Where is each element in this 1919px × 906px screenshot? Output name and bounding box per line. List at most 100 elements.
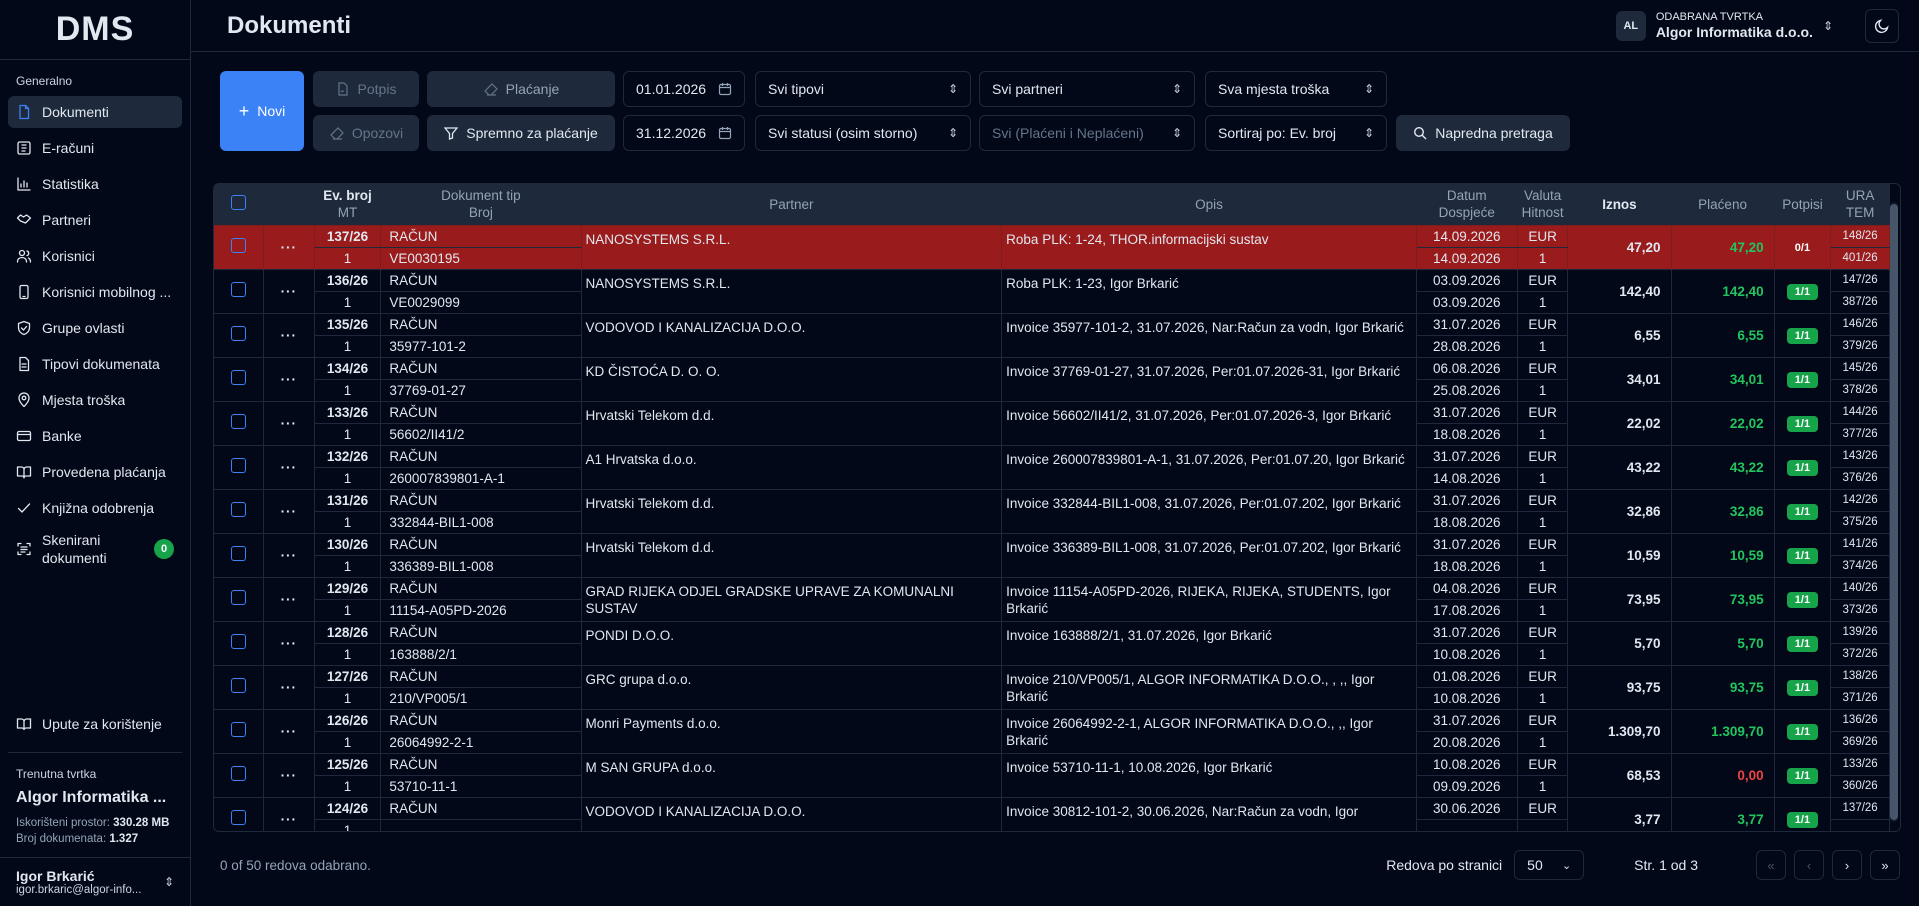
row-select-cell[interactable] bbox=[214, 664, 265, 709]
row-select-cell[interactable] bbox=[214, 532, 265, 577]
row-checkbox[interactable] bbox=[231, 326, 247, 341]
table-row[interactable]: ··· 134/26 RAČUN KD ČISTOĆA D. O. O. Invoice… bbox=[214, 356, 1890, 401]
row-checkbox[interactable] bbox=[231, 282, 247, 297]
row-select-cell[interactable] bbox=[214, 356, 265, 401]
col-ev-broj[interactable]: Ev. broj MT bbox=[314, 184, 381, 225]
ready-for-payment-button[interactable]: Spremno za plaćanje bbox=[427, 115, 615, 151]
last-page-button[interactable]: » bbox=[1870, 850, 1900, 880]
table-row[interactable]: ··· 125/26 RAČUN M SAN GRUPA d.o.o. Invoice … bbox=[214, 752, 1890, 797]
row-checkbox[interactable] bbox=[231, 502, 247, 517]
col-potpisi[interactable]: Potpisi bbox=[1774, 184, 1831, 225]
cost-center-filter-select[interactable]: Sva mjesta troška ⇕ bbox=[1205, 71, 1387, 107]
row-actions-button[interactable]: ··· bbox=[263, 268, 315, 313]
signatures-cell[interactable]: 1/1 bbox=[1774, 620, 1832, 665]
sidebar-item-mjesta-troška[interactable]: Mjesta troška bbox=[8, 384, 182, 416]
table-row[interactable]: ··· 124/26 RAČUN VODOVOD I KANALIZACIJA D.O… bbox=[214, 796, 1890, 831]
col-placeno[interactable]: Plaćeno bbox=[1671, 184, 1775, 225]
company-selector[interactable]: AL ODABRANA TVRTKA Algor Informatika d.o… bbox=[1615, 10, 1833, 41]
date-to-field[interactable]: 31.12.2026 bbox=[623, 115, 745, 151]
row-select-cell[interactable] bbox=[214, 620, 265, 665]
signatures-cell[interactable]: 1/1 bbox=[1774, 576, 1832, 621]
row-actions-button[interactable]: ··· bbox=[263, 356, 315, 401]
signatures-cell[interactable]: 0/1 bbox=[1774, 224, 1832, 269]
new-document-button[interactable]: + Novi bbox=[220, 71, 304, 151]
signatures-cell[interactable]: 1/1 bbox=[1774, 268, 1832, 313]
signatures-cell[interactable]: 1/1 bbox=[1774, 400, 1832, 445]
signatures-cell[interactable]: 1/1 bbox=[1774, 664, 1832, 709]
col-partner[interactable]: Partner bbox=[581, 184, 1002, 225]
row-checkbox[interactable] bbox=[231, 458, 247, 473]
theme-toggle-button[interactable] bbox=[1865, 8, 1899, 43]
rows-per-page-select[interactable]: 50 ⌄ bbox=[1514, 850, 1585, 880]
row-checkbox[interactable] bbox=[231, 370, 247, 385]
signatures-cell[interactable]: 1/1 bbox=[1774, 532, 1832, 577]
table-row[interactable]: ··· 132/26 RAČUN A1 Hrvatska d.o.o. Invoice … bbox=[214, 444, 1890, 489]
advanced-search-button[interactable]: Napredna pretraga bbox=[1396, 115, 1570, 151]
table-row[interactable]: ··· 136/26 RAČUN NANOSYSTEMS S.R.L. Roba PLK… bbox=[214, 268, 1890, 313]
signatures-cell[interactable]: 1/1 bbox=[1774, 312, 1832, 357]
row-checkbox[interactable] bbox=[231, 634, 247, 649]
signatures-cell[interactable]: 1/1 bbox=[1774, 356, 1832, 401]
type-filter-select[interactable]: Svi tipovi ⇕ bbox=[755, 71, 971, 107]
row-actions-button[interactable]: ··· bbox=[263, 400, 315, 445]
sign-button[interactable]: Potpis bbox=[313, 71, 419, 107]
col-iznos[interactable]: Iznos bbox=[1567, 184, 1672, 225]
sort-select[interactable]: Sortiraj po: Ev. broj ⇕ bbox=[1205, 115, 1387, 151]
sidebar-item-statistika[interactable]: Statistika bbox=[8, 168, 182, 200]
first-page-button[interactable]: « bbox=[1756, 850, 1786, 880]
row-select-cell[interactable] bbox=[214, 708, 265, 753]
row-actions-button[interactable]: ··· bbox=[263, 796, 315, 831]
signatures-cell[interactable]: 1/1 bbox=[1774, 752, 1832, 797]
sidebar-item-knjižna-odobrenja[interactable]: Knjižna odobrenja bbox=[8, 492, 182, 524]
sidebar-item-dokumenti[interactable]: Dokumenti bbox=[8, 96, 182, 128]
row-actions-button[interactable]: ··· bbox=[263, 488, 315, 533]
status-filter-select[interactable]: Svi statusi (osim storno) ⇕ bbox=[755, 115, 971, 151]
row-actions-button[interactable]: ··· bbox=[263, 620, 315, 665]
row-actions-button[interactable]: ··· bbox=[263, 312, 315, 357]
select-all-cell[interactable] bbox=[214, 184, 264, 225]
row-select-cell[interactable] bbox=[214, 752, 265, 797]
row-checkbox[interactable] bbox=[231, 722, 247, 737]
user-menu[interactable]: Igor Brkarić igor.brkaric@algor-info... … bbox=[0, 858, 190, 906]
row-select-cell[interactable] bbox=[214, 444, 265, 489]
sidebar-item-korisnici-mobilnog[interactable]: Korisnici mobilnog ... bbox=[8, 276, 182, 308]
signatures-cell[interactable]: 1/1 bbox=[1774, 796, 1832, 831]
sidebar-item-korisnici[interactable]: Korisnici bbox=[8, 240, 182, 272]
paid-filter-select[interactable]: Svi (Plaćeni i Neplaćeni) ⇕ bbox=[979, 115, 1195, 151]
help-link[interactable]: Upute za korištenje bbox=[16, 708, 174, 740]
sidebar-item-grupe-ovlasti[interactable]: Grupe ovlasti bbox=[8, 312, 182, 344]
date-from-field[interactable]: 01.01.2026 bbox=[623, 71, 745, 107]
next-page-button[interactable]: › bbox=[1832, 850, 1862, 880]
prev-page-button[interactable]: ‹ bbox=[1794, 850, 1824, 880]
col-opis[interactable]: Opis bbox=[1001, 184, 1417, 225]
row-select-cell[interactable] bbox=[214, 576, 265, 621]
row-checkbox[interactable] bbox=[231, 414, 247, 429]
table-scrollbar-thumb[interactable] bbox=[1890, 204, 1898, 820]
sidebar-item-tipovi-dokumenata[interactable]: Tipovi dokumenata bbox=[8, 348, 182, 380]
row-checkbox[interactable] bbox=[231, 590, 247, 605]
payment-button[interactable]: Plaćanje bbox=[427, 71, 615, 107]
col-ura-tem[interactable]: URA TEM bbox=[1830, 184, 1890, 225]
signatures-cell[interactable]: 1/1 bbox=[1774, 444, 1832, 489]
revoke-button[interactable]: Opozovi bbox=[313, 115, 419, 151]
sidebar-item-banke[interactable]: Banke bbox=[8, 420, 182, 452]
sidebar-item-skenirani-dokumenti[interactable]: Skenirani dokumenti 0 bbox=[8, 528, 182, 570]
row-select-cell[interactable] bbox=[214, 268, 265, 313]
table-row[interactable]: ··· 126/26 RAČUN Monri Payments d.o.o. Invoi… bbox=[214, 708, 1890, 753]
row-checkbox[interactable] bbox=[231, 678, 247, 693]
table-row[interactable]: ··· 129/26 RAČUN GRAD RIJEKA ODJEL GRADSKE … bbox=[214, 576, 1890, 621]
row-actions-button[interactable]: ··· bbox=[263, 708, 315, 753]
table-row[interactable]: ··· 133/26 RAČUN Hrvatski Telekom d.d. Invoi… bbox=[214, 400, 1890, 445]
col-dokument-tip[interactable]: Dokument tip Broj bbox=[380, 184, 582, 225]
app-logo[interactable]: DMS bbox=[0, 0, 190, 60]
row-select-cell[interactable] bbox=[214, 488, 265, 533]
signatures-cell[interactable]: 1/1 bbox=[1774, 708, 1832, 753]
partner-filter-select[interactable]: Svi partneri ⇕ bbox=[979, 71, 1195, 107]
row-select-cell[interactable] bbox=[214, 312, 265, 357]
row-actions-button[interactable]: ··· bbox=[263, 444, 315, 489]
table-row[interactable]: ··· 131/26 RAČUN Hrvatski Telekom d.d. Invoi… bbox=[214, 488, 1890, 533]
row-actions-button[interactable]: ··· bbox=[263, 532, 315, 577]
row-checkbox[interactable] bbox=[231, 238, 247, 253]
row-actions-button[interactable]: ··· bbox=[263, 224, 315, 269]
row-checkbox[interactable] bbox=[231, 766, 247, 781]
